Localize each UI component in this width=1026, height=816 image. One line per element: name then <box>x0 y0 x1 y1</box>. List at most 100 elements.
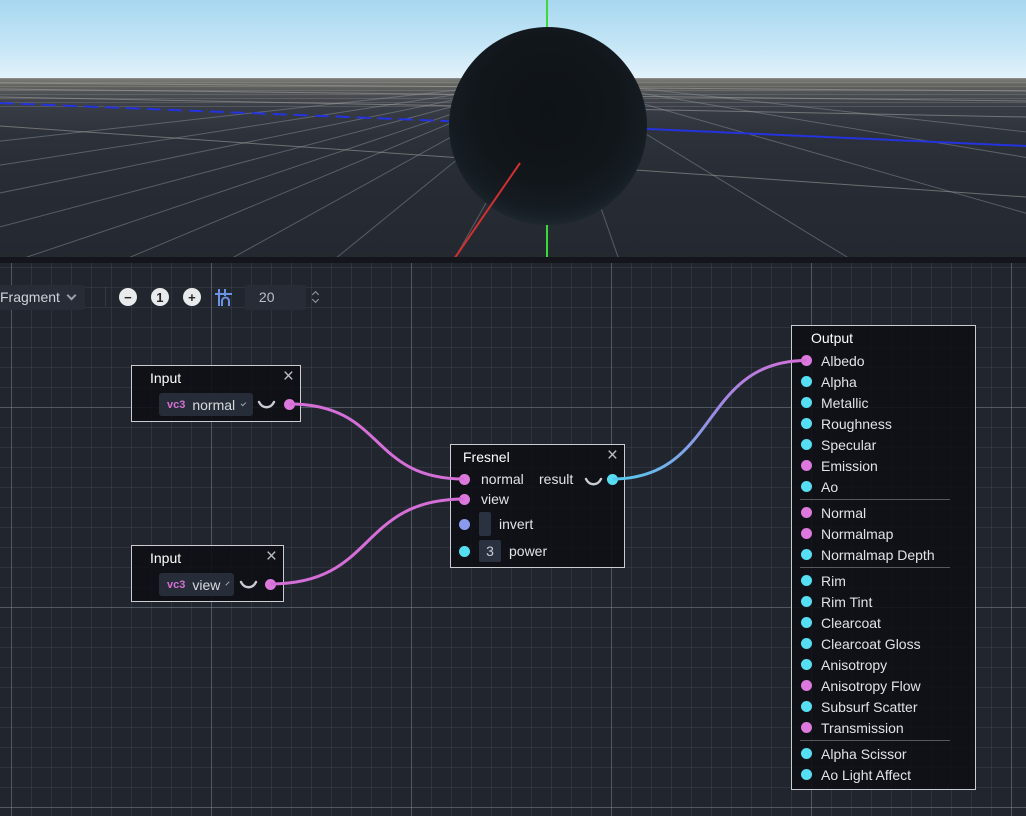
output-port-row: Alpha <box>792 371 975 392</box>
port-metallic-input[interactable] <box>801 397 812 408</box>
port-normal-input[interactable] <box>459 474 470 485</box>
snap-grid-icon <box>214 288 233 307</box>
shader-mode-dropdown[interactable]: Fragment <box>0 285 85 310</box>
output-port-label: Roughness <box>821 416 892 432</box>
port-normal-input[interactable] <box>801 507 812 518</box>
port-label: normal <box>481 471 524 487</box>
port-invert-input[interactable] <box>459 519 470 530</box>
wire-input-normal-out-to-fresnel-normal-in <box>290 404 465 479</box>
zoom-in-button[interactable]: + <box>183 288 201 306</box>
output-port-row: Clearcoat <box>792 612 975 633</box>
output-port-label: Albedo <box>821 353 865 369</box>
port-transmission-input[interactable] <box>801 722 812 733</box>
output-port-label: Clearcoat <box>821 615 881 631</box>
port-ao-light-affect-input[interactable] <box>801 769 812 780</box>
output-port-row: Normalmap Depth <box>792 544 975 565</box>
output-port-row: Ao Light Affect <box>792 764 975 785</box>
port-preview-arrow-icon[interactable] <box>583 476 604 489</box>
invert-checkbox[interactable] <box>479 512 491 536</box>
port-view-input[interactable] <box>459 494 470 505</box>
input-source-value: view <box>192 577 220 593</box>
port-power-input[interactable] <box>459 546 470 557</box>
output-port-row: Transmission <box>792 717 975 738</box>
port-view-output[interactable] <box>265 579 276 590</box>
close-icon[interactable]: × <box>607 446 618 466</box>
port-rim-tint-input[interactable] <box>801 596 812 607</box>
port-normal-output[interactable] <box>284 399 295 410</box>
port-label: power <box>509 543 547 559</box>
output-port-label: Transmission <box>821 720 904 736</box>
node-input-view[interactable]: Input × vc3 view <box>131 545 284 602</box>
port-rim-input[interactable] <box>801 575 812 586</box>
shader-mode-label: Fragment <box>0 289 60 305</box>
output-port-row: Rim Tint <box>792 591 975 612</box>
port-anisotropy-flow-input[interactable] <box>801 680 812 691</box>
output-port-row: Rim <box>792 570 975 591</box>
output-port-row: Emission <box>792 455 975 476</box>
port-preview-arrow-icon[interactable] <box>256 399 277 412</box>
chevron-down-icon <box>312 296 319 303</box>
output-port-row: Albedo <box>792 350 975 371</box>
shader-graph-canvas[interactable]: Fragment − 1 + 20 <box>0 263 1026 816</box>
output-port-label: Rim Tint <box>821 594 872 610</box>
port-alpha-input[interactable] <box>801 376 812 387</box>
input-source-value: normal <box>192 397 235 413</box>
port-subsurf-scatter-input[interactable] <box>801 701 812 712</box>
output-port-row: Anisotropy <box>792 654 975 675</box>
port-normalmap-depth-input[interactable] <box>801 549 812 560</box>
toolbar-separator <box>105 287 106 307</box>
output-port-label: Subsurf Scatter <box>821 699 918 715</box>
port-alpha-scissor-input[interactable] <box>801 748 812 759</box>
port-normalmap-input[interactable] <box>801 528 812 539</box>
vec3-type-icon: vc3 <box>167 399 185 411</box>
input-source-dropdown[interactable]: vc3 normal <box>159 393 253 416</box>
output-port-label: Alpha Scissor <box>821 746 907 762</box>
wire-input-view-out-to-fresnel-view-in <box>271 499 465 584</box>
output-port-label: Clearcoat Gloss <box>821 636 921 652</box>
port-group-separator <box>800 740 950 741</box>
node-input-normal[interactable]: Input × vc3 normal <box>131 365 301 422</box>
node-title: Output <box>811 330 853 346</box>
snap-distance-input[interactable]: 20 <box>245 285 306 310</box>
port-emission-input[interactable] <box>801 460 812 471</box>
output-port-label: Normal <box>821 505 866 521</box>
output-port-row: Clearcoat Gloss <box>792 633 975 654</box>
output-port-row: Anisotropy Flow <box>792 675 975 696</box>
port-albedo-input[interactable] <box>801 355 812 366</box>
output-port-row: Alpha Scissor <box>792 743 975 764</box>
port-clearcoat-gloss-input[interactable] <box>801 638 812 649</box>
input-source-dropdown[interactable]: vc3 view <box>159 573 234 596</box>
port-ao-input[interactable] <box>801 481 812 492</box>
3d-preview-viewport[interactable] <box>0 0 1026 257</box>
snap-toggle-button[interactable] <box>214 288 233 307</box>
output-port-label: Alpha <box>821 374 857 390</box>
node-title: Input <box>150 370 181 386</box>
wire-fresnel-result-out-to-output-albedo-in <box>613 361 807 480</box>
shader-editor: Fragment − 1 + 20 <box>0 0 1026 816</box>
output-port-label: Emission <box>821 458 878 474</box>
node-output[interactable]: Output AlbedoAlphaMetallicRoughnessSpecu… <box>791 325 976 790</box>
port-result-output[interactable] <box>607 474 618 485</box>
node-fresnel[interactable]: Fresnel × normal result view invert 3 po… <box>450 444 625 568</box>
power-value-input[interactable]: 3 <box>479 540 501 562</box>
output-port-label: Normalmap <box>821 526 893 542</box>
port-group-separator <box>800 567 950 568</box>
port-roughness-input[interactable] <box>801 418 812 429</box>
output-port-list: AlbedoAlphaMetallicRoughnessSpecularEmis… <box>792 350 975 785</box>
output-port-row: Ao <box>792 476 975 497</box>
port-specular-input[interactable] <box>801 439 812 450</box>
output-port-row: Roughness <box>792 413 975 434</box>
close-icon[interactable]: × <box>283 367 294 387</box>
snap-distance-value: 20 <box>259 289 275 305</box>
zoom-out-button[interactable]: − <box>119 288 137 306</box>
port-anisotropy-input[interactable] <box>801 659 812 670</box>
x-axis-line <box>452 163 520 257</box>
node-title: Input <box>150 550 181 566</box>
snap-distance-stepper[interactable] <box>313 292 318 302</box>
port-clearcoat-input[interactable] <box>801 617 812 628</box>
output-port-label: Ao Light Affect <box>821 767 911 783</box>
close-icon[interactable]: × <box>266 547 277 567</box>
output-port-label: Ao <box>821 479 838 495</box>
port-preview-arrow-icon[interactable] <box>238 579 259 592</box>
zoom-reset-button[interactable]: 1 <box>151 288 169 306</box>
